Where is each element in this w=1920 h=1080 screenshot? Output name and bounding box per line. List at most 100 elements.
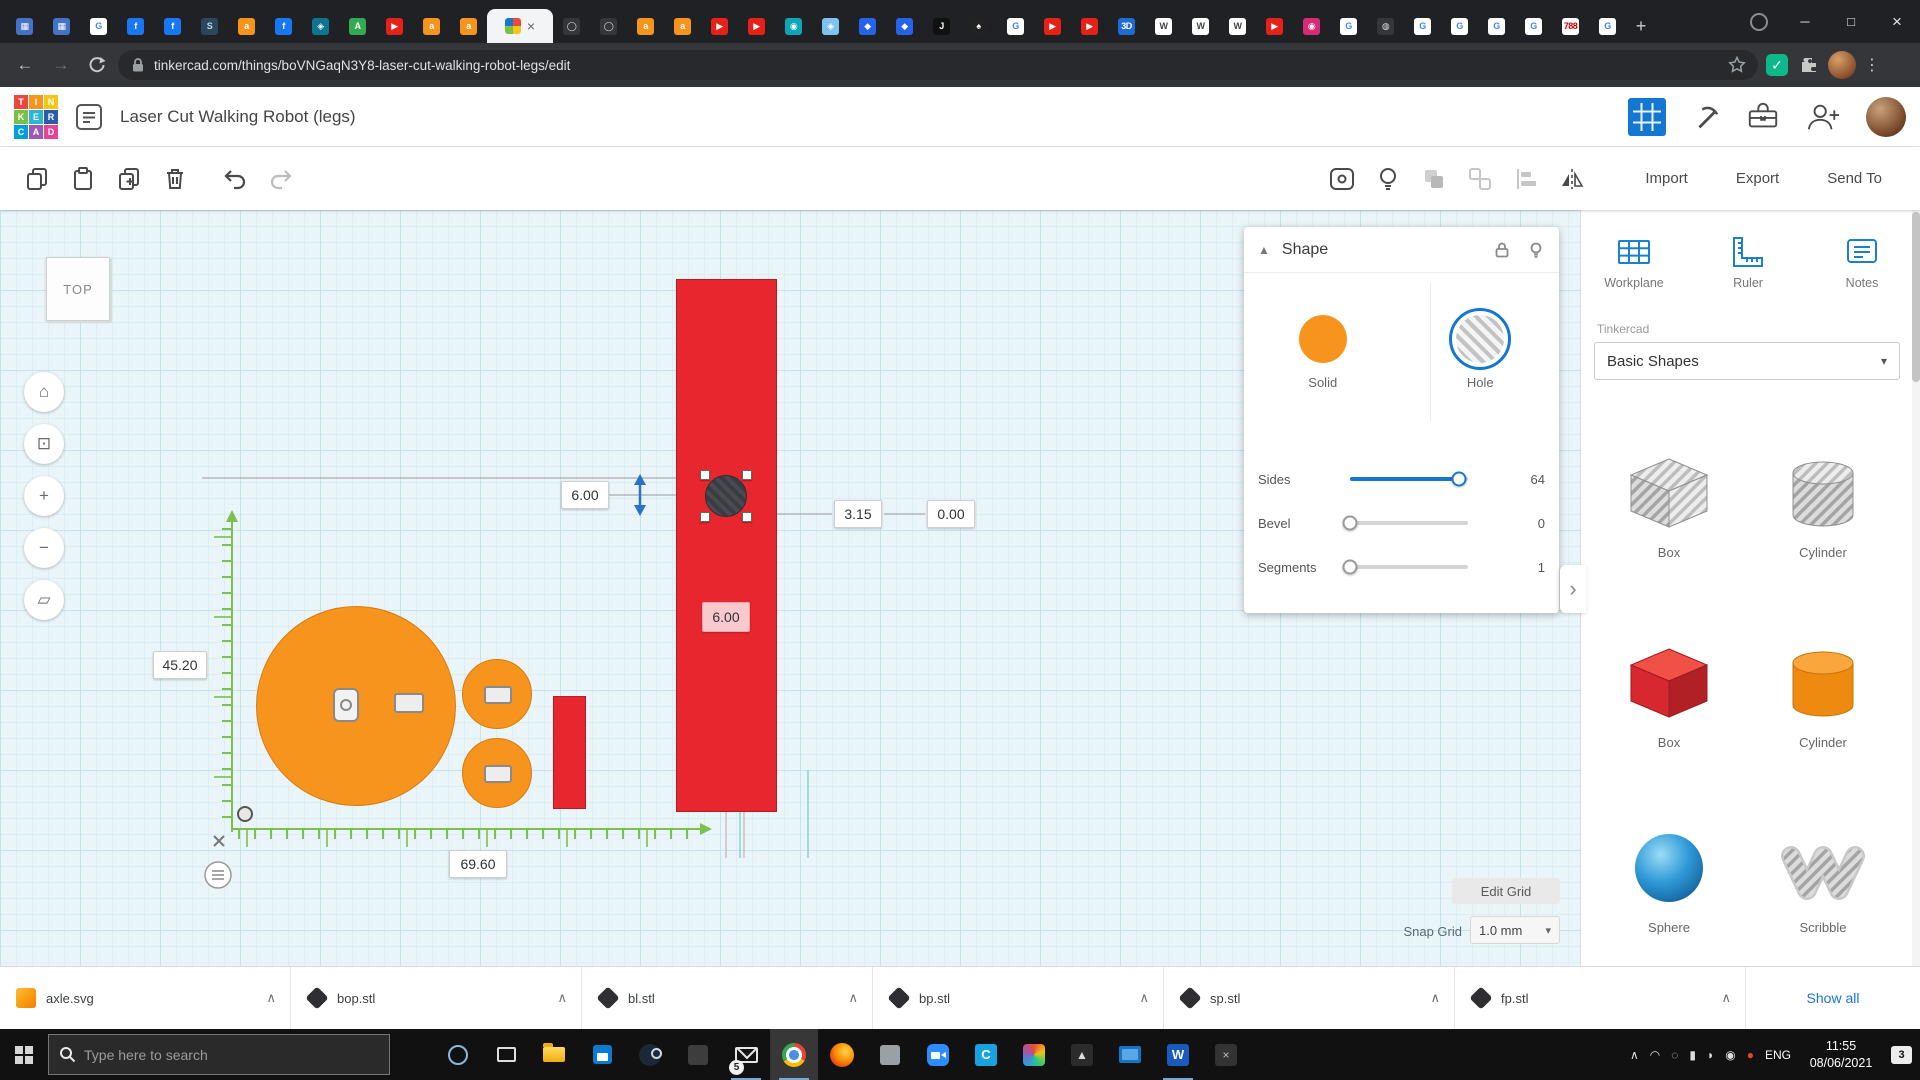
minecraft-pickaxe-icon[interactable] <box>1690 101 1722 133</box>
view-cube[interactable]: TOP <box>46 257 110 321</box>
browser-tab[interactable]: f <box>154 9 191 43</box>
taskbar-search-box[interactable] <box>48 1034 390 1075</box>
browser-tab[interactable]: G <box>1478 9 1515 43</box>
browser-profile-avatar[interactable] <box>1828 51 1856 79</box>
word[interactable]: W <box>1154 1029 1202 1080</box>
tray-display[interactable]: ▮ <box>1689 1048 1696 1062</box>
app-dark2[interactable]: × <box>1202 1029 1250 1080</box>
sides-slider-handle[interactable] <box>1451 472 1466 487</box>
language-indicator[interactable]: ENG <box>1765 1048 1791 1062</box>
grammarly-extension-icon[interactable]: ✓ <box>1764 52 1790 78</box>
app-blue-c[interactable]: C <box>962 1029 1010 1080</box>
browser-tab[interactable]: J <box>923 9 960 43</box>
download-options-chevron-icon[interactable]: ∧ <box>1139 990 1149 1006</box>
hole-option-selected[interactable]: Hole <box>1402 273 1560 431</box>
browser-tab[interactable]: ◈ <box>812 9 849 43</box>
undo-button[interactable] <box>212 156 258 202</box>
show-all-downloads-link[interactable]: Show all <box>1746 967 1920 1029</box>
red-leg-shape[interactable] <box>676 279 777 812</box>
edit-grid-button[interactable]: Edit Grid <box>1452 878 1560 904</box>
design-title[interactable]: Laser Cut Walking Robot (legs) <box>120 107 356 127</box>
new-tab-button[interactable]: + <box>1626 9 1656 43</box>
mirror-flip-button[interactable] <box>1549 156 1595 202</box>
hole-cylinder-shape[interactable] <box>705 475 747 517</box>
shape-box-hole[interactable]: Box <box>1621 445 1717 560</box>
import-button[interactable]: Import <box>1621 170 1712 187</box>
browser-tab[interactable]: ▶ <box>701 9 738 43</box>
bevel-slider[interactable] <box>1350 521 1468 525</box>
browser-tab[interactable]: a <box>450 9 487 43</box>
taskview[interactable] <box>482 1029 530 1080</box>
selection-handle[interactable] <box>742 470 752 480</box>
browser-tab[interactable]: ▶ <box>738 9 775 43</box>
ruler-h-readout[interactable]: 69.60 <box>449 850 507 878</box>
browser-tab[interactable]: f <box>117 9 154 43</box>
browser-tab[interactable]: a <box>413 9 450 43</box>
sidebar-collapse-button[interactable]: › <box>1560 565 1586 613</box>
download-item-stl[interactable]: sp.stl ∧ <box>1164 967 1455 1029</box>
segments-slider-handle[interactable] <box>1343 560 1358 575</box>
download-item-stl[interactable]: bp.stl ∧ <box>873 967 1164 1029</box>
sides-slider[interactable] <box>1350 477 1468 481</box>
download-item-stl[interactable]: bop.stl ∧ <box>291 967 582 1029</box>
browser-tab[interactable]: 3D <box>1108 9 1145 43</box>
browser-tab[interactable]: G <box>1441 9 1478 43</box>
tray-volume[interactable]: ◉ <box>1725 1048 1735 1062</box>
mail[interactable]: 5 <box>722 1029 770 1080</box>
browser-tab[interactable]: ◈ <box>302 9 339 43</box>
sidebar-scrollbar[interactable] <box>1912 210 1920 967</box>
chrome[interactable] <box>770 1029 818 1080</box>
shape-box-solid[interactable]: Box <box>1621 635 1717 750</box>
action-center-icon[interactable]: 3 <box>1891 1046 1912 1064</box>
firefox[interactable] <box>818 1029 866 1080</box>
perspective-toggle-button[interactable]: ▱ <box>24 580 64 620</box>
tray-record[interactable]: ● <box>1747 1048 1754 1062</box>
window-maximize-button[interactable]: □ <box>1828 0 1874 43</box>
shape-scribble[interactable]: Scribble <box>1775 820 1871 935</box>
redo-button[interactable] <box>258 156 304 202</box>
show-all-eye-button[interactable] <box>1319 156 1365 202</box>
browser-tab[interactable]: ◍ <box>1367 9 1404 43</box>
browser-tab[interactable]: ◆ <box>849 9 886 43</box>
delete-button[interactable] <box>152 156 198 202</box>
align-button[interactable] <box>1503 156 1549 202</box>
workplane-tool[interactable]: Workplane <box>1586 234 1682 290</box>
ruler-v-readout[interactable]: 45.20 <box>153 651 207 679</box>
browser-tab[interactable]: G <box>1515 9 1552 43</box>
url-text[interactable]: tinkercad.com/things/boVNGaqN3Y8-laser-c… <box>154 58 570 73</box>
slot-hole-shape[interactable] <box>394 693 424 713</box>
dashboard-grid-icon[interactable] <box>1628 98 1666 136</box>
browser-tab[interactable]: G <box>1404 9 1441 43</box>
duplicate-button[interactable] <box>106 156 152 202</box>
group-button[interactable] <box>1411 156 1457 202</box>
lightbulb-button[interactable] <box>1365 156 1411 202</box>
app-dark1[interactable] <box>674 1029 722 1080</box>
steam[interactable] <box>626 1029 674 1080</box>
add-user-icon[interactable] <box>1804 101 1842 133</box>
cortana[interactable] <box>434 1029 482 1080</box>
remote[interactable] <box>1106 1029 1154 1080</box>
browser-tab[interactable]: ◯ <box>590 9 627 43</box>
download-options-chevron-icon[interactable]: ∧ <box>1430 990 1440 1006</box>
explorer[interactable] <box>530 1029 578 1080</box>
browser-tab[interactable]: G <box>997 9 1034 43</box>
browser-tab[interactable]: ▶ <box>1034 9 1071 43</box>
browser-tab[interactable]: 788 <box>1552 9 1589 43</box>
browser-tab[interactable]: a <box>664 9 701 43</box>
dim-offset-field[interactable]: 3.15 <box>834 500 882 528</box>
red-bar-shape[interactable] <box>553 696 586 809</box>
zoom-in-button[interactable]: + <box>24 476 64 516</box>
browser-tab[interactable]: W <box>1145 9 1182 43</box>
shape-cylinder-hole[interactable]: Cylinder <box>1775 445 1871 560</box>
start-button[interactable] <box>0 1029 48 1080</box>
browser-tab[interactable]: ◉ <box>775 9 812 43</box>
back-button[interactable]: ← <box>10 50 40 80</box>
browser-tab[interactable]: a <box>228 9 265 43</box>
design-menu-icon[interactable] <box>74 102 104 132</box>
extensions-puzzle-icon[interactable] <box>1796 52 1822 78</box>
bevel-slider-handle[interactable] <box>1343 516 1358 531</box>
tray-cloud[interactable]: ◌ <box>1671 1048 1678 1062</box>
browser-tab-active[interactable]: × <box>487 9 553 43</box>
shape-sphere[interactable]: Sphere <box>1621 820 1717 935</box>
store[interactable] <box>578 1029 626 1080</box>
